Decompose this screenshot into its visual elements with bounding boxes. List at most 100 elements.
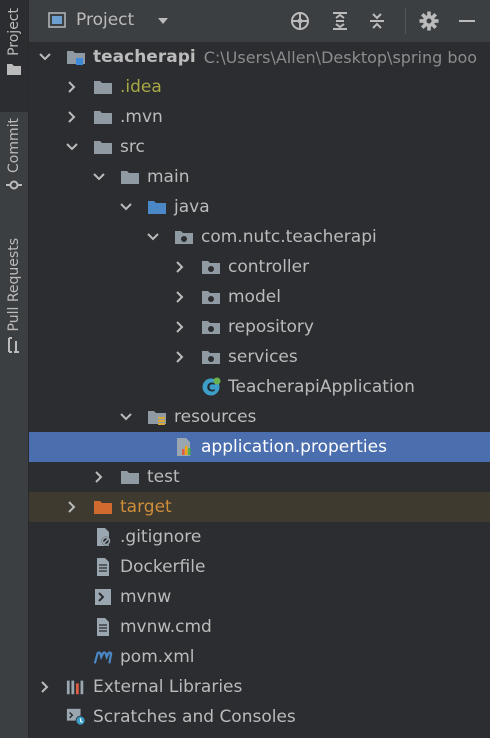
chevron-down-icon[interactable] — [156, 14, 170, 28]
tree-node-repository[interactable]: repository — [29, 312, 490, 342]
package-icon — [174, 228, 194, 246]
project-tool-label: Project — [6, 8, 22, 56]
chevron-right-icon[interactable] — [173, 320, 187, 334]
scratches-icon — [66, 708, 86, 726]
expand-all-icon[interactable] — [330, 11, 350, 31]
folder-icon — [120, 168, 140, 186]
folder-icon — [93, 138, 113, 156]
tree-node-resources[interactable]: resources — [29, 402, 490, 432]
collapse-all-icon[interactable] — [367, 11, 387, 31]
tree-node-scratches[interactable]: Scratches and Consoles — [29, 702, 490, 732]
locate-target-icon[interactable] — [290, 11, 310, 31]
tree-node-main[interactable]: main — [29, 162, 490, 192]
chevron-right-icon[interactable] — [65, 500, 79, 514]
folder-icon — [93, 108, 113, 126]
chevron-right-icon[interactable] — [173, 290, 187, 304]
gear-icon[interactable] — [419, 11, 439, 31]
tree-node-label: src — [120, 137, 145, 157]
excluded-folder-icon — [93, 498, 113, 516]
header-separator — [405, 8, 406, 34]
tree-node-label: .mvn — [120, 107, 163, 127]
shell-script-icon — [93, 588, 113, 606]
minimize-icon[interactable] — [457, 11, 477, 31]
tree-node-idea[interactable]: .idea — [29, 72, 490, 102]
chevron-down-icon[interactable] — [65, 140, 79, 154]
folder-icon — [93, 78, 113, 96]
tree-node-test[interactable]: test — [29, 462, 490, 492]
libraries-icon — [66, 678, 86, 696]
tree-node-label: TeacherapiApplication — [228, 377, 415, 397]
tree-node-label: services — [228, 347, 298, 367]
tree-node-pom[interactable]: pom.xml — [29, 642, 490, 672]
tree-node-target[interactable]: target — [29, 492, 490, 522]
ignore-file-icon — [93, 528, 113, 546]
tree-node-model[interactable]: model — [29, 282, 490, 312]
tree-node-src[interactable]: src — [29, 132, 490, 162]
chevron-right-icon[interactable] — [65, 110, 79, 124]
tree-node-label: teacherapi — [93, 47, 196, 67]
module-folder-icon — [66, 48, 86, 66]
text-file-icon — [93, 558, 113, 576]
view-selector-label[interactable]: Project — [76, 10, 134, 30]
commit-tool-label: Commit — [6, 118, 22, 173]
tree-node-label: java — [174, 197, 210, 217]
tree-node-package[interactable]: com.nutc.teacherapi — [29, 222, 490, 252]
source-folder-icon — [147, 198, 167, 216]
tree-node-label: repository — [228, 317, 314, 337]
package-icon — [201, 348, 221, 366]
chevron-right-icon[interactable] — [38, 680, 52, 694]
tree-node-label: Scratches and Consoles — [93, 707, 296, 727]
tree-node-mvnw[interactable]: mvnw — [29, 582, 490, 612]
chevron-down-icon[interactable] — [92, 170, 106, 184]
tree-node-gitignore[interactable]: .gitignore — [29, 522, 490, 552]
tree-node-label: application.properties — [201, 437, 387, 457]
project-window-icon — [48, 12, 66, 28]
tree-node-label: resources — [174, 407, 257, 427]
tree-node-app-properties[interactable]: application.properties — [29, 432, 490, 462]
chevron-down-icon[interactable] — [119, 410, 133, 424]
tree-node-label: model — [228, 287, 281, 307]
chevron-down-icon[interactable] — [146, 230, 160, 244]
resources-folder-icon — [147, 408, 167, 426]
tree-node-label: target — [120, 497, 172, 517]
tree-node-label: mvnw — [120, 587, 172, 607]
tree-node-mvnw-cmd[interactable]: mvnw.cmd — [29, 612, 490, 642]
chevron-down-icon[interactable] — [38, 50, 52, 64]
tree-node-label: com.nutc.teacherapi — [201, 227, 377, 247]
tree-node-java[interactable]: java — [29, 192, 490, 222]
properties-file-icon — [174, 438, 194, 456]
chevron-right-icon[interactable] — [65, 80, 79, 94]
tree-node-app-class[interactable]: C TeacherapiApplication — [29, 372, 490, 402]
tree-node-label: mvnw.cmd — [120, 617, 212, 637]
tree-node-external-libraries[interactable]: External Libraries — [29, 672, 490, 702]
pull-requests-tool-tab[interactable]: Pull Requests — [0, 238, 28, 370]
folder-icon — [120, 468, 140, 486]
chevron-right-icon[interactable] — [173, 260, 187, 274]
tree-node-label: test — [147, 467, 180, 487]
project-tool-tab[interactable]: Project — [0, 0, 28, 112]
tree-node-dockerfile[interactable]: Dockerfile — [29, 552, 490, 582]
tree-node-label: pom.xml — [120, 647, 195, 667]
tree-node-label: External Libraries — [93, 677, 243, 697]
tree-node-label: .gitignore — [120, 527, 202, 547]
package-icon — [201, 318, 221, 336]
tree-node-services[interactable]: services — [29, 342, 490, 372]
package-icon — [201, 288, 221, 306]
left-tool-strip: Project Commit Pull Requests — [0, 0, 29, 738]
commit-icon — [6, 180, 22, 190]
tree-node-label: main — [147, 167, 190, 187]
chevron-down-icon[interactable] — [119, 200, 133, 214]
tree-node-label: controller — [228, 257, 310, 277]
chevron-right-icon[interactable] — [173, 350, 187, 364]
maven-icon — [93, 648, 113, 666]
tree-node-mvn[interactable]: .mvn — [29, 102, 490, 132]
commit-tool-tab[interactable]: Commit — [0, 118, 28, 218]
tree-node-label: Dockerfile — [120, 557, 206, 577]
folder-icon — [7, 63, 21, 75]
package-icon — [201, 258, 221, 276]
chevron-right-icon[interactable] — [92, 470, 106, 484]
project-panel-header: Project — [29, 0, 490, 43]
tree-node-controller[interactable]: controller — [29, 252, 490, 282]
tree-node-root[interactable]: teacherapi C:\Users\Allen\Desktop\spring… — [29, 42, 490, 72]
project-path: C:\Users\Allen\Desktop\spring boo — [203, 47, 478, 67]
